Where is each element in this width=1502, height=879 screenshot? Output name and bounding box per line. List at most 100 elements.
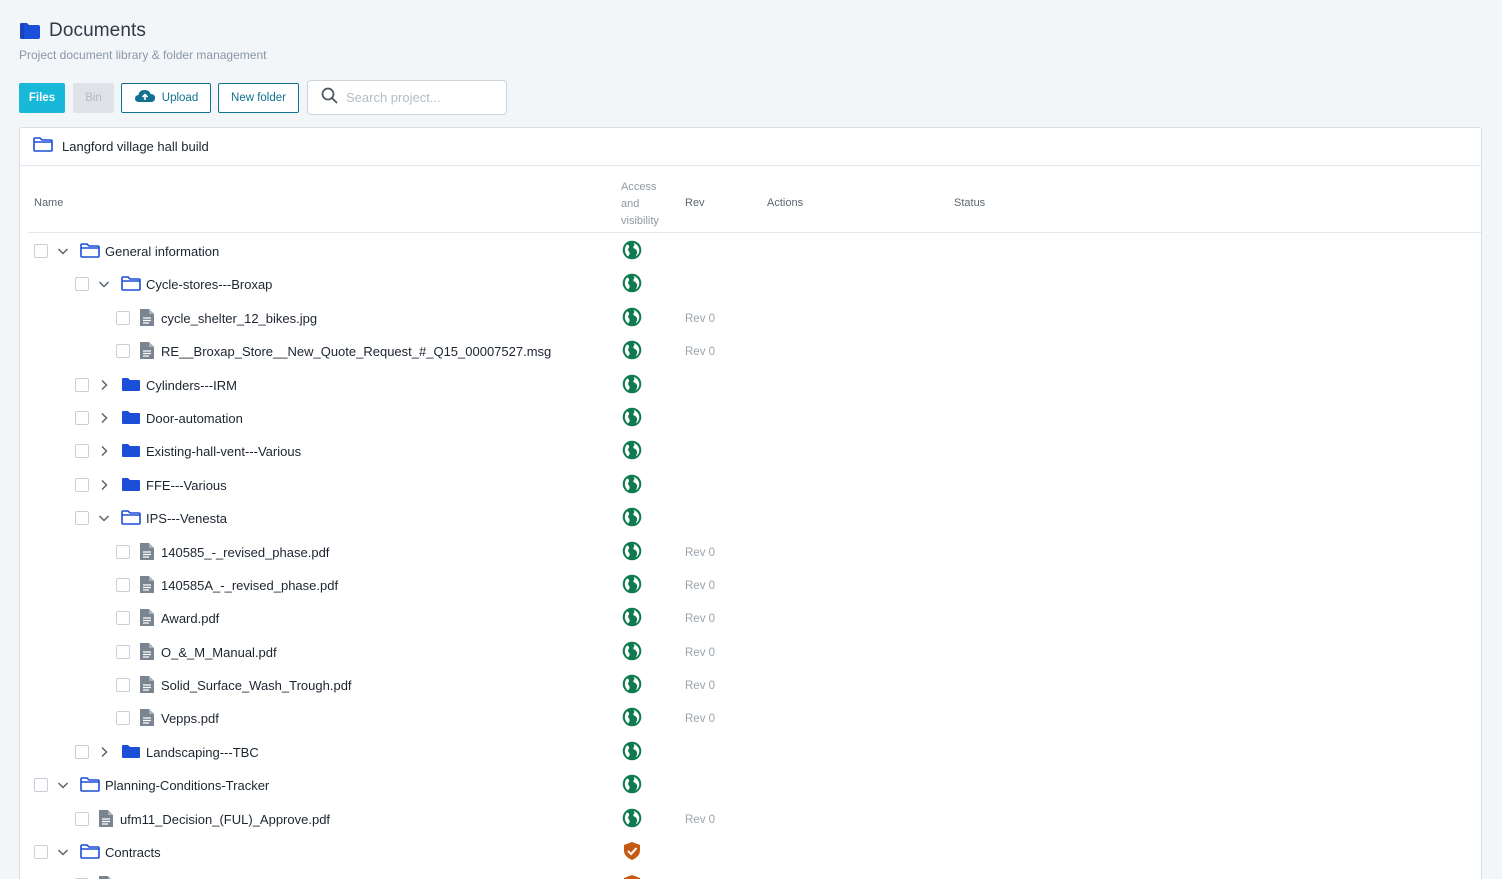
globe-icon[interactable] [622,507,642,527]
globe-icon[interactable] [622,307,642,327]
globe-icon[interactable] [622,240,642,260]
file-name[interactable]: 140585A_-_revised_phase.pdf [161,578,338,593]
file-icon [98,875,114,879]
folder-row[interactable]: FFE---Various [20,468,1480,501]
folder-row[interactable]: Cycle-stores---Broxap [20,267,1480,300]
folder-name[interactable]: Door-automation [146,411,243,426]
globe-icon[interactable] [622,674,642,694]
file-row[interactable]: 140585_-_revised_phase.pdf Rev 0 [20,535,1480,568]
file-name[interactable]: ufm11_Decision_(FUL)_Approve.pdf [120,812,330,827]
folder-name[interactable]: IPS---Venesta [146,511,227,526]
folder-row[interactable]: Planning-Conditions-Tracker [20,768,1480,801]
row-checkbox[interactable] [116,611,130,626]
folder-name[interactable]: Existing-hall-vent---Various [146,444,301,459]
folder-name[interactable]: General information [105,244,219,259]
new-folder-button[interactable]: New folder [218,82,299,113]
row-checkbox[interactable] [116,711,130,726]
globe-icon[interactable] [622,574,642,594]
globe-icon[interactable] [622,440,642,460]
column-header-name[interactable]: Name [34,197,63,209]
row-checkbox[interactable] [75,811,89,826]
file-row[interactable]: 140585A_-_revised_phase.pdf Rev 0 [20,568,1480,601]
folder-name[interactable]: Planning-Conditions-Tracker [105,778,269,793]
document-tree: General information Cycle-stores---Broxap… [20,234,1480,879]
chevron-right-icon[interactable] [98,478,110,490]
folder-row[interactable]: General information [20,234,1480,267]
folder-row[interactable]: Door-automation [20,401,1480,434]
file-name[interactable]: O_&_M_Manual.pdf [161,645,277,660]
file-name[interactable]: Solid_Surface_Wash_Trough.pdf [161,678,352,693]
file-row[interactable] [20,868,1480,879]
bin-tab-button[interactable]: Bin [73,82,114,113]
folder-row[interactable]: Existing-hall-vent---Various [20,434,1480,467]
row-checkbox[interactable] [34,845,48,860]
chevron-right-icon[interactable] [98,444,110,457]
globe-icon[interactable] [622,641,642,661]
file-name[interactable]: Award.pdf [161,611,219,626]
file-row[interactable]: ufm11_Decision_(FUL)_Approve.pdf Rev 0 [20,802,1480,835]
folder-name[interactable]: Cylinders---IRM [146,378,237,393]
file-name[interactable]: cycle_shelter_12_bikes.jpg [161,311,317,326]
chevron-right-icon[interactable] [98,411,110,423]
file-row[interactable]: RE__Broxap_Store__New_Quote_Request_#_Q1… [20,334,1480,367]
row-checkbox[interactable] [75,744,89,759]
row-checkbox[interactable] [116,678,130,693]
row-checkbox[interactable] [75,410,89,425]
folder-row[interactable]: IPS---Venesta [20,501,1480,534]
file-name[interactable]: 140585_-_revised_phase.pdf [161,545,329,560]
row-checkbox[interactable] [75,444,89,459]
row-checkbox[interactable] [75,377,89,392]
chevron-down-icon[interactable] [98,277,110,289]
folder-row[interactable]: Contracts [20,835,1480,868]
row-checkbox[interactable] [116,310,130,325]
file-row[interactable]: cycle_shelter_12_bikes.jpg Rev 0 [20,301,1480,334]
folder-row[interactable]: Cylinders---IRM [20,368,1480,401]
file-name[interactable]: RE__Broxap_Store__New_Quote_Request_#_Q1… [161,344,551,359]
globe-icon[interactable] [622,707,642,727]
shield-check-icon[interactable] [622,841,642,861]
search-input[interactable] [346,90,496,105]
row-checkbox[interactable] [116,344,130,359]
globe-icon[interactable] [622,273,642,293]
folder-name[interactable]: FFE---Various [146,478,227,493]
file-icon [139,708,155,732]
search-box[interactable] [307,80,507,115]
row-checkbox[interactable] [75,277,89,292]
file-row[interactable]: O_&_M_Manual.pdf Rev 0 [20,635,1480,668]
globe-icon[interactable] [622,741,642,761]
column-header-status[interactable]: Status [954,197,985,209]
globe-icon[interactable] [622,808,642,828]
globe-icon[interactable] [622,541,642,561]
folder-name[interactable]: Contracts [105,845,161,860]
file-row[interactable]: Award.pdf Rev 0 [20,601,1480,634]
row-checkbox[interactable] [34,244,48,258]
folder-name[interactable]: Cycle-stores---Broxap [146,277,272,292]
shield-check-icon[interactable] [622,874,642,879]
chevron-down-icon[interactable] [57,778,69,790]
upload-button[interactable]: Upload [121,82,211,113]
globe-icon[interactable] [622,340,642,360]
chevron-down-icon[interactable] [57,244,69,256]
globe-icon[interactable] [622,607,642,627]
file-row[interactable]: Vepps.pdf Rev 0 [20,701,1480,734]
row-checkbox[interactable] [75,477,89,492]
globe-icon[interactable] [622,407,642,427]
row-checkbox[interactable] [116,544,130,559]
chevron-right-icon[interactable] [98,378,110,390]
file-row[interactable]: Solid_Surface_Wash_Trough.pdf Rev 0 [20,668,1480,701]
file-name[interactable]: Vepps.pdf [161,711,219,726]
row-checkbox[interactable] [34,778,48,793]
column-header-rev[interactable]: Rev [685,197,705,209]
row-checkbox[interactable] [75,511,89,526]
globe-icon[interactable] [622,374,642,394]
globe-icon[interactable] [622,474,642,494]
chevron-down-icon[interactable] [57,845,69,857]
folder-row[interactable]: Landscaping---TBC [20,735,1480,768]
row-checkbox[interactable] [116,644,130,659]
folder-name[interactable]: Landscaping---TBC [146,745,259,760]
chevron-right-icon[interactable] [98,745,110,757]
row-checkbox[interactable] [116,577,130,592]
files-tab-button[interactable]: Files [19,82,65,113]
globe-icon[interactable] [622,774,642,794]
chevron-down-icon[interactable] [98,511,110,523]
